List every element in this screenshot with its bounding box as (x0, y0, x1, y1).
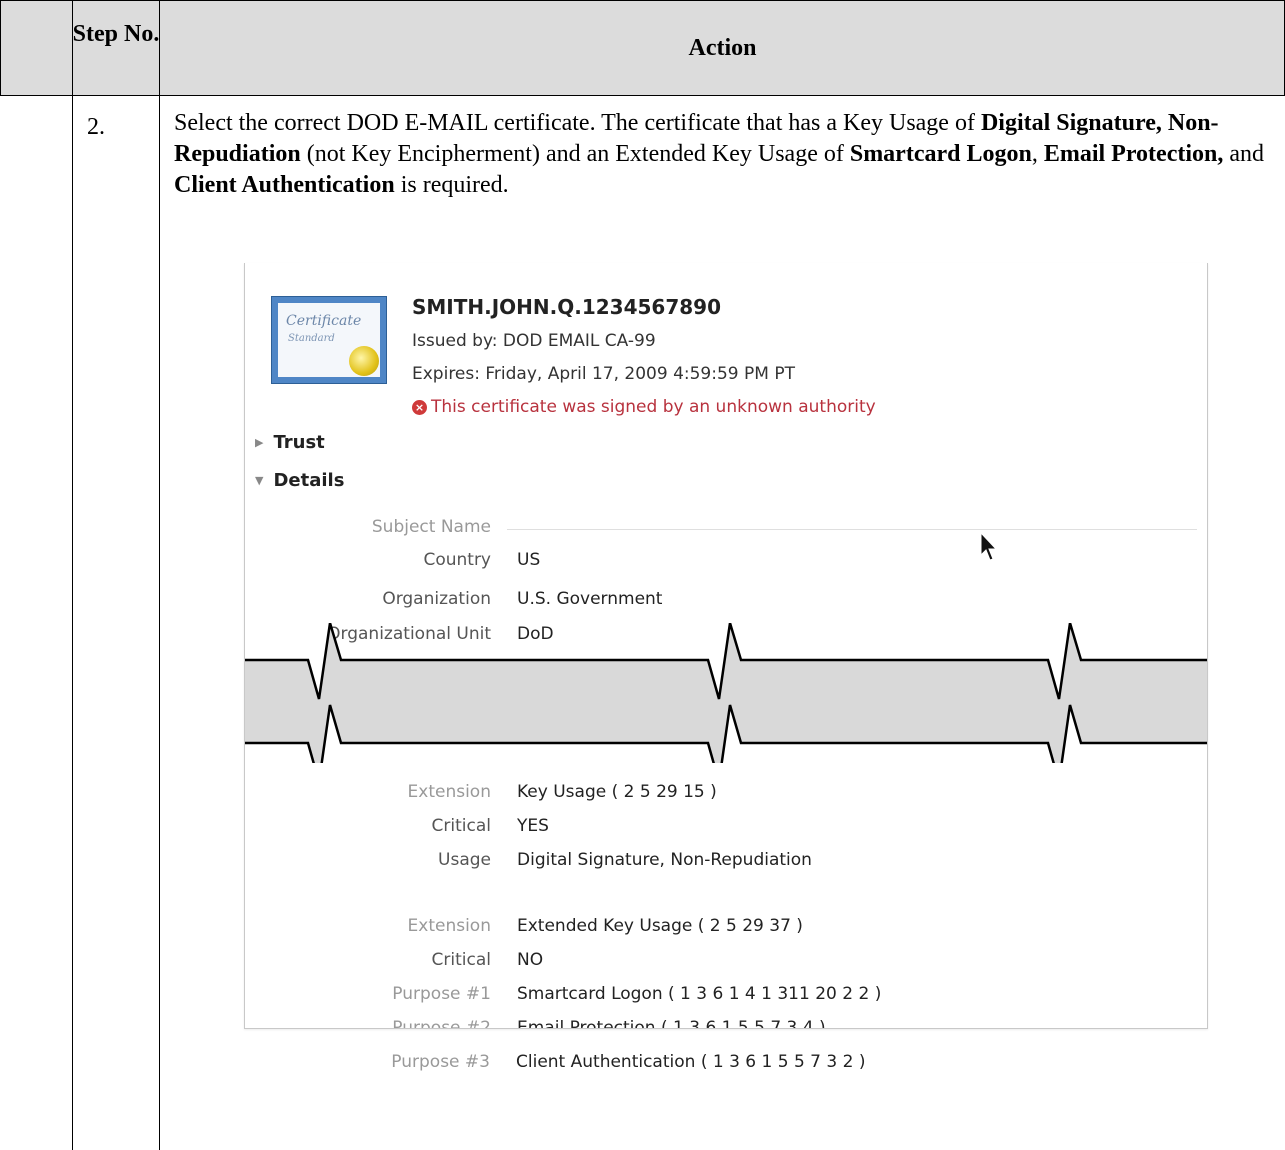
trust-warning-text: This certificate was signed by an unknow… (431, 397, 876, 417)
issued-by: Issued by: DOD EMAIL CA-99 (412, 331, 656, 351)
action-text-part: Select the correct DOD E-MAIL certificat… (174, 110, 981, 136)
table-column-divider-1 (72, 0, 73, 1150)
field-value: US (517, 550, 541, 570)
trust-label: Trust (273, 432, 325, 453)
certificate-paper: Certificate Standard (278, 303, 380, 377)
subject-name-rule (507, 529, 1197, 530)
certificate-icon: Certificate Standard (271, 296, 387, 384)
field-label: Purpose #1 (392, 984, 491, 1004)
table-column-divider-2 (159, 0, 160, 1150)
error-circle-icon: × (412, 400, 427, 415)
trust-disclosure[interactable]: ▶ Trust (255, 432, 325, 453)
field-label: Usage (438, 850, 491, 870)
field-value: Digital Signature, Non-Repudiation (517, 850, 812, 870)
triangle-right-icon: ▶ (255, 436, 264, 449)
trust-warning: × This certificate was signed by an unkno… (412, 397, 876, 417)
action-text-part: Smartcard Logon (849, 141, 1032, 167)
field-label: Purpose #3 (391, 1052, 490, 1072)
certificate-details-screenshot: Certificate Standard SMITH.JOHN.Q.123456… (244, 263, 1208, 1029)
field-label: Country (423, 550, 491, 570)
table-top-border (0, 0, 1285, 1)
certificate-name: SMITH.JOHN.Q.1234567890 (412, 295, 722, 319)
mouse-cursor-icon (980, 531, 998, 561)
field-label: Extension (407, 782, 491, 802)
table-left-border (0, 0, 1, 96)
details-label: Details (273, 470, 345, 491)
details-disclosure[interactable]: ▼ Details (255, 470, 344, 491)
field-value: YES (517, 816, 549, 836)
field-value: Smartcard Logon ( 1 3 6 1 4 1 311 20 2 2… (517, 984, 882, 1004)
action-text-part: Email Protection, (1043, 141, 1224, 167)
omission-break-band (245, 623, 1207, 763)
certificate-icon-text: Certificate (286, 313, 362, 329)
field-label: Organization (382, 589, 491, 609)
step-number: 2. (87, 114, 105, 140)
table-header-divider (0, 95, 1285, 96)
action-text-part: , (1031, 141, 1044, 167)
field-label: Critical (431, 950, 491, 970)
certificate-icon-subtext: Standard (288, 333, 335, 344)
action-text-part: and (1223, 141, 1265, 167)
action-text-part: is required. (394, 172, 509, 198)
header-action: Action (688, 35, 757, 61)
field-label: Purpose #2 (392, 1018, 491, 1029)
action-instruction: Select the correct DOD E-MAIL certificat… (174, 108, 1274, 201)
field-value: Extended Key Usage ( 2 5 29 37 ) (517, 916, 803, 936)
field-label: Extension (407, 916, 491, 936)
field-value: NO (517, 950, 544, 970)
action-text-part: (not Key Encipherment) and an Extended K… (300, 141, 850, 167)
seal-icon (349, 346, 379, 376)
field-value: Email Protection ( 1 3 6 1 5 5 7 3 4 ) (517, 1018, 826, 1029)
field-label: Critical (431, 816, 491, 836)
field-label: Subject Name (371, 517, 491, 537)
expires: Expires: Friday, April 17, 2009 4:59:59 … (412, 364, 795, 384)
field-value: Key Usage ( 2 5 29 15 ) (517, 782, 717, 802)
triangle-down-icon: ▼ (255, 474, 264, 487)
header-step-no: Step No. (72, 21, 160, 47)
action-text-part: Client Authentication (174, 172, 395, 198)
field-value: Client Authentication ( 1 3 6 1 5 5 7 3 … (516, 1052, 866, 1072)
field-value: U.S. Government (517, 589, 663, 609)
